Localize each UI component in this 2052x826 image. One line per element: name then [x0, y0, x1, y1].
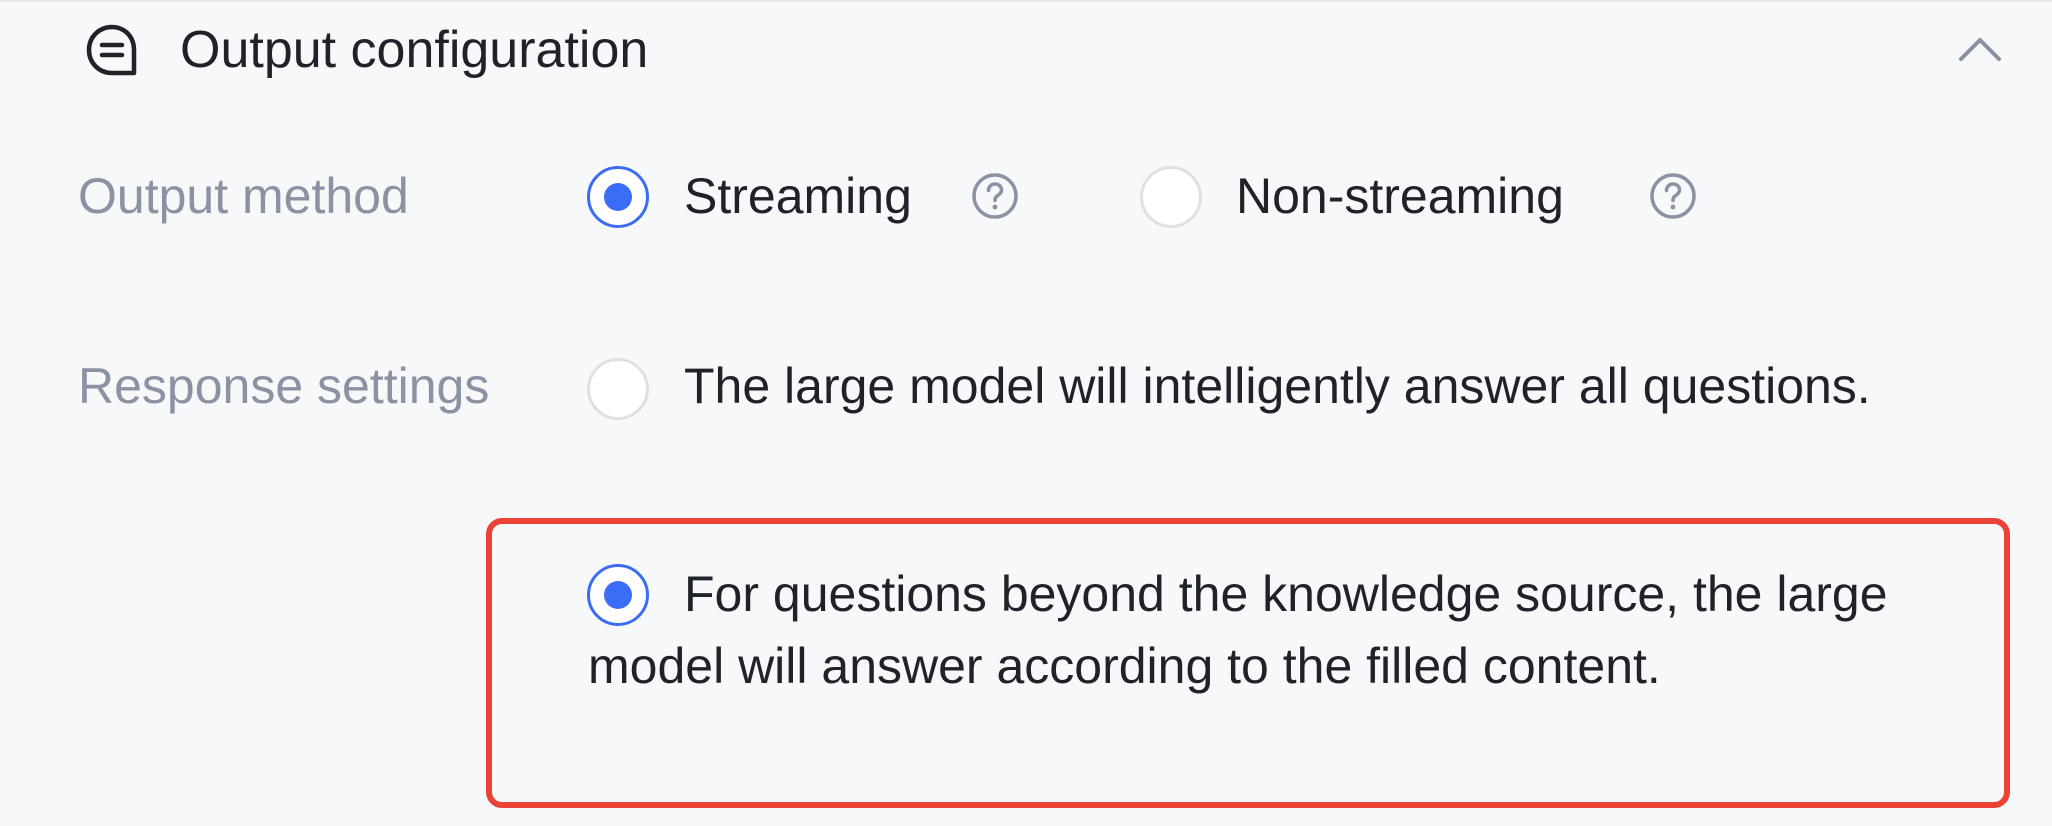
section-title: Output configuration — [180, 21, 649, 79]
answer-all-option-label[interactable]: The large model will intelligently answe… — [588, 350, 1918, 422]
output-configuration-panel: Output configuration Output method Strea… — [0, 0, 2052, 826]
chevron-up-icon — [1959, 38, 2001, 61]
response-settings-label: Response settings — [78, 358, 490, 414]
output-method-label: Output method — [78, 168, 409, 224]
streaming-option-label[interactable]: Streaming — [684, 164, 912, 228]
chat-bubble-icon — [86, 24, 137, 76]
top-divider — [0, 0, 2052, 2]
section-header[interactable]: Output configuration — [78, 8, 2008, 84]
question-circle-icon[interactable] — [1648, 171, 1698, 221]
non-streaming-option-label[interactable]: Non-streaming — [1236, 164, 1564, 228]
answer-filled-content-option-label[interactable]: For questions beyond the knowledge sourc… — [588, 558, 1988, 702]
radio-dot — [604, 183, 632, 211]
collapse-button[interactable] — [1952, 20, 2008, 76]
streaming-radio[interactable] — [587, 166, 649, 228]
question-circle-icon[interactable] — [970, 171, 1020, 221]
non-streaming-radio[interactable] — [1140, 166, 1202, 228]
